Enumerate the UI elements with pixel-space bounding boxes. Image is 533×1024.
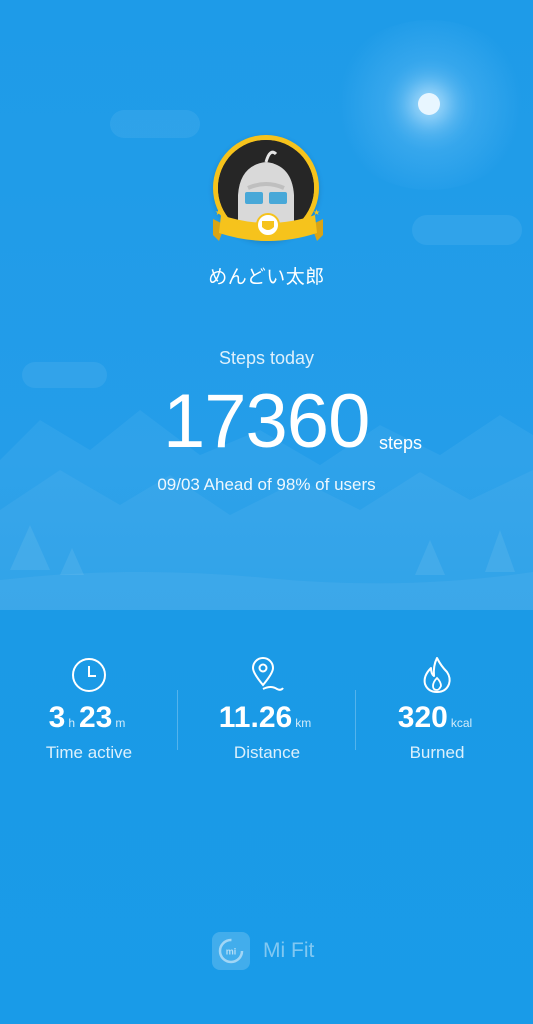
username: めんどい太郎 xyxy=(208,266,325,288)
stat-burned[interactable]: 320 kcal Burned xyxy=(348,655,526,763)
avatar-badge[interactable]: ★ ★ xyxy=(209,133,327,253)
distance-label: Distance xyxy=(233,743,301,762)
time-minutes-unit: m xyxy=(115,716,126,730)
time-minutes-value: 23 xyxy=(79,701,113,734)
svg-text:★: ★ xyxy=(215,208,222,217)
time-hours-unit: h xyxy=(68,716,75,730)
clock-icon xyxy=(0,655,178,695)
mi-fit-brand-name: Mi Fit xyxy=(263,939,315,962)
cloud xyxy=(412,215,522,245)
distance-unit: km xyxy=(295,716,312,730)
medal-ribbon-icon: ★ ★ xyxy=(213,208,323,241)
sun xyxy=(418,93,440,115)
steps-count[interactable]: 17360 xyxy=(163,378,370,465)
burned-unit: kcal xyxy=(450,716,473,730)
cloud xyxy=(110,110,200,138)
location-pin-icon xyxy=(178,655,356,695)
svg-text:★: ★ xyxy=(313,208,320,217)
stat-time-active[interactable]: 3 h 23 m Time active xyxy=(0,655,178,763)
distance-value: 11.26 xyxy=(218,701,293,734)
steps-title: Steps today xyxy=(218,348,315,368)
burned-label: Burned xyxy=(409,743,465,762)
steps-rank-text: 09/03 Ahead of 98% of users xyxy=(157,475,376,494)
mi-fit-logo-icon: mi xyxy=(212,932,250,970)
burned-value: 320 xyxy=(397,701,448,734)
time-hours-value: 3 xyxy=(48,701,66,734)
svg-text:mi: mi xyxy=(226,947,237,957)
steps-unit: steps xyxy=(379,433,423,453)
stat-distance[interactable]: 11.26 km Distance xyxy=(178,655,356,763)
mi-fit-brand: mi Mi Fit xyxy=(212,932,314,970)
flame-icon xyxy=(348,655,526,695)
time-active-label: Time active xyxy=(45,743,133,762)
